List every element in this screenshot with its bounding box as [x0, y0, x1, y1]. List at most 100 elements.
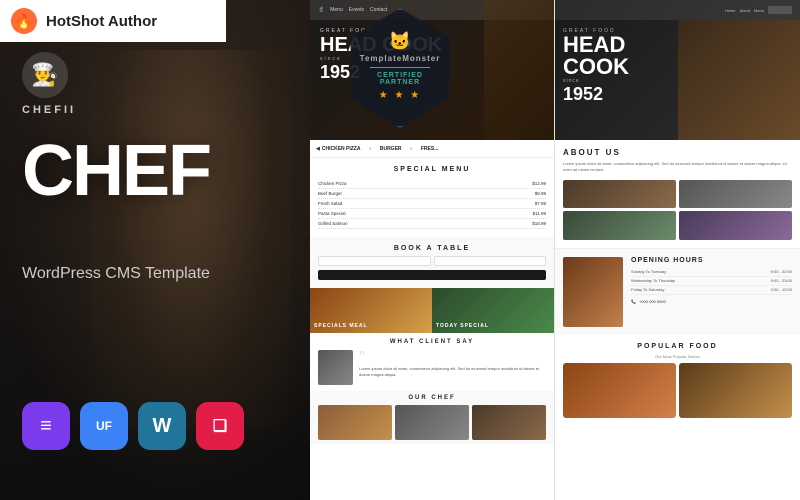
book-table-section: BOOK A TABLE	[310, 237, 554, 288]
testimonial-image	[318, 350, 353, 385]
client-say-title: WHAT CLIENT SAY	[318, 339, 546, 345]
popular-food-image-1	[563, 363, 676, 418]
header-title: HotShot Author	[46, 13, 157, 30]
chef-card-3	[472, 405, 546, 440]
about-images-grid	[563, 180, 792, 240]
svg-text:🔥: 🔥	[15, 13, 32, 30]
popular-food-image-2	[679, 363, 792, 418]
badge-divider	[370, 67, 430, 68]
header-bar: 🔥 HotShot Author	[0, 0, 226, 42]
about-text: Lorem ipsum dolor sit amet, consectetur …	[563, 161, 792, 174]
opening-day-1: Sunday To Tuesday	[631, 269, 666, 274]
menu-strip: ◀ CHICKEN PIZZA ✕ BURGER ✕ FRES...	[310, 140, 554, 158]
hero-chef-image	[484, 0, 554, 140]
popular-images-grid	[563, 363, 792, 418]
special-meal-card: SPECIALS MEAL	[310, 288, 432, 333]
menu-item-price: $9.99	[535, 191, 546, 196]
right-nav-menu: Menu	[754, 8, 764, 13]
menu-strip-x1: ✕	[368, 146, 371, 151]
about-image-1	[563, 180, 676, 209]
revolution-slider-icon[interactable]: ❏	[196, 402, 244, 450]
menu-table: Chicken Pizza $12.99 Beef Burger $9.99 F…	[318, 179, 546, 229]
chef-silhouette	[90, 50, 290, 430]
chef-card-2	[395, 405, 469, 440]
right-hero-year: 1952	[563, 84, 670, 105]
badge-shape: 🐱 TemplateMonster CERTIFIED PARTNER ★ ★ …	[345, 8, 455, 128]
special-menu-section: SPECIAL MENU Chicken Pizza $12.99 Beef B…	[310, 158, 554, 237]
opening-time-3: 9:00 - 12:00	[771, 287, 792, 292]
mockup-right-column: Home About Menu GREAT FOOD HEADCOOK sinc…	[555, 0, 800, 500]
brand-section: 👨‍🍳 CHEFII	[22, 52, 76, 116]
testimonial: " Lorem ipsum dolor sit amet, consectetu…	[318, 350, 546, 385]
book-submit-button[interactable]	[318, 270, 546, 280]
brand-name: CHEFII	[22, 104, 76, 116]
phone-number: +000 000 0000	[639, 299, 666, 304]
opening-hours-row-3: Friday To Saturday 9:00 - 12:00	[631, 286, 792, 295]
left-panel: 👨‍🍳 CHEFII CHEF WordPress CMS Template ≡…	[0, 0, 310, 500]
menu-item-name: Chicken Pizza	[318, 181, 347, 186]
menu-item-row: Pasta Special $11.99	[318, 209, 546, 219]
popular-food-subtitle: Our Most Popular Dishes	[563, 354, 792, 359]
right-hero-text: GREAT FOOD HEADCOOK since 1952	[555, 20, 678, 140]
menu-item-price: $7.99	[535, 201, 546, 206]
book-input-1[interactable]	[318, 256, 431, 266]
our-chef-section: OUR CHEF	[310, 391, 554, 444]
menu-item-price: $18.99	[532, 221, 546, 226]
opening-hours-content: Opening Hours Sunday To Tuesday 9:00 - 2…	[563, 257, 792, 327]
nav-logo: 🍴	[318, 7, 324, 13]
subtitle: WordPress CMS Template	[22, 265, 210, 283]
menu-item-row: Chicken Pizza $12.99	[318, 179, 546, 189]
menu-item-name: Fresh Salad	[318, 201, 342, 206]
today-special-label: TODAY SPECIAL	[436, 323, 489, 329]
ultimate-fields-icon[interactable]: UF	[80, 402, 128, 450]
opening-time-1: 9:00 - 22:00	[771, 269, 792, 274]
badge-brand-name: TemplateMonster	[360, 54, 441, 63]
opening-hours-image	[563, 257, 623, 327]
nav-menu: Menu	[330, 7, 343, 13]
right-hero-title: HEADCOOK	[563, 34, 670, 78]
menu-item-name: Beef Burger	[318, 191, 342, 196]
badge-cat-icon: 🐱	[389, 31, 411, 52]
about-us-section: ABOUT US Lorem ipsum dolor sit amet, con…	[555, 140, 800, 248]
opening-phone: 📞 +000 000 0000	[631, 299, 792, 304]
book-input-2[interactable]	[434, 256, 547, 266]
opening-hours-title: Opening Hours	[631, 257, 792, 264]
opening-day-3: Friday To Saturday	[631, 287, 665, 292]
badge-certified-text: CERTIFIED PARTNER	[357, 72, 443, 86]
client-say-section: WHAT CLIENT SAY " Lorem ipsum dolor sit …	[310, 333, 554, 391]
menu-item-price: $12.99	[532, 181, 546, 186]
menu-strip-x2: ✕	[410, 146, 413, 151]
right-nav-about: About	[740, 8, 750, 13]
template-monster-badge: 🐱 TemplateMonster CERTIFIED PARTNER ★ ★ …	[345, 8, 455, 128]
opening-hours-info: Opening Hours Sunday To Tuesday 9:00 - 2…	[631, 257, 792, 327]
elementor-icon[interactable]: ≡	[22, 402, 70, 450]
phone-icon: 📞	[631, 299, 636, 304]
menu-item-row: Beef Burger $9.99	[318, 189, 546, 199]
plugin-icons-row: ≡ UF W ❏	[22, 402, 244, 450]
right-hero-nav: Home About Menu	[555, 0, 800, 20]
book-title: BOOK A TABLE	[318, 245, 546, 252]
chef-cards-grid	[318, 405, 546, 440]
menu-strip-item-3: FRES...	[421, 146, 439, 152]
menu-item-name: Pasta Special	[318, 211, 346, 216]
menu-item-row: Grilled Salmon $18.99	[318, 219, 546, 229]
quote-mark-icon: "	[359, 350, 546, 366]
opening-time-2: 9:00 - 23:00	[771, 278, 792, 283]
about-image-3	[563, 211, 676, 240]
chef-hat-icon: 👨‍🍳	[22, 52, 68, 98]
special-menu-title: SPECIAL MENU	[318, 166, 546, 173]
menu-strip-item-2: BURGER	[380, 146, 402, 152]
opening-hours-row-2: Wednesday To Thursday 9:00 - 23:00	[631, 277, 792, 286]
opening-hours-row-1: Sunday To Tuesday 9:00 - 22:00	[631, 268, 792, 277]
right-nav-home: Home	[725, 8, 736, 13]
menu-item-name: Grilled Salmon	[318, 221, 348, 226]
popular-food-section: POPULAR FOOD Our Most Popular Dishes	[555, 335, 800, 426]
chef-card-1	[318, 405, 392, 440]
main-title: CHEF	[22, 135, 210, 207]
badge-stars: ★ ★ ★	[379, 90, 421, 101]
wordpress-icon[interactable]: W	[138, 402, 186, 450]
today-special-card: TODAY SPECIAL	[432, 288, 554, 333]
special-meal-label: SPECIALS MEAL	[314, 323, 368, 329]
menu-item-row: Fresh Salad $7.99	[318, 199, 546, 209]
specials-row: SPECIALS MEAL TODAY SPECIAL	[310, 288, 554, 333]
